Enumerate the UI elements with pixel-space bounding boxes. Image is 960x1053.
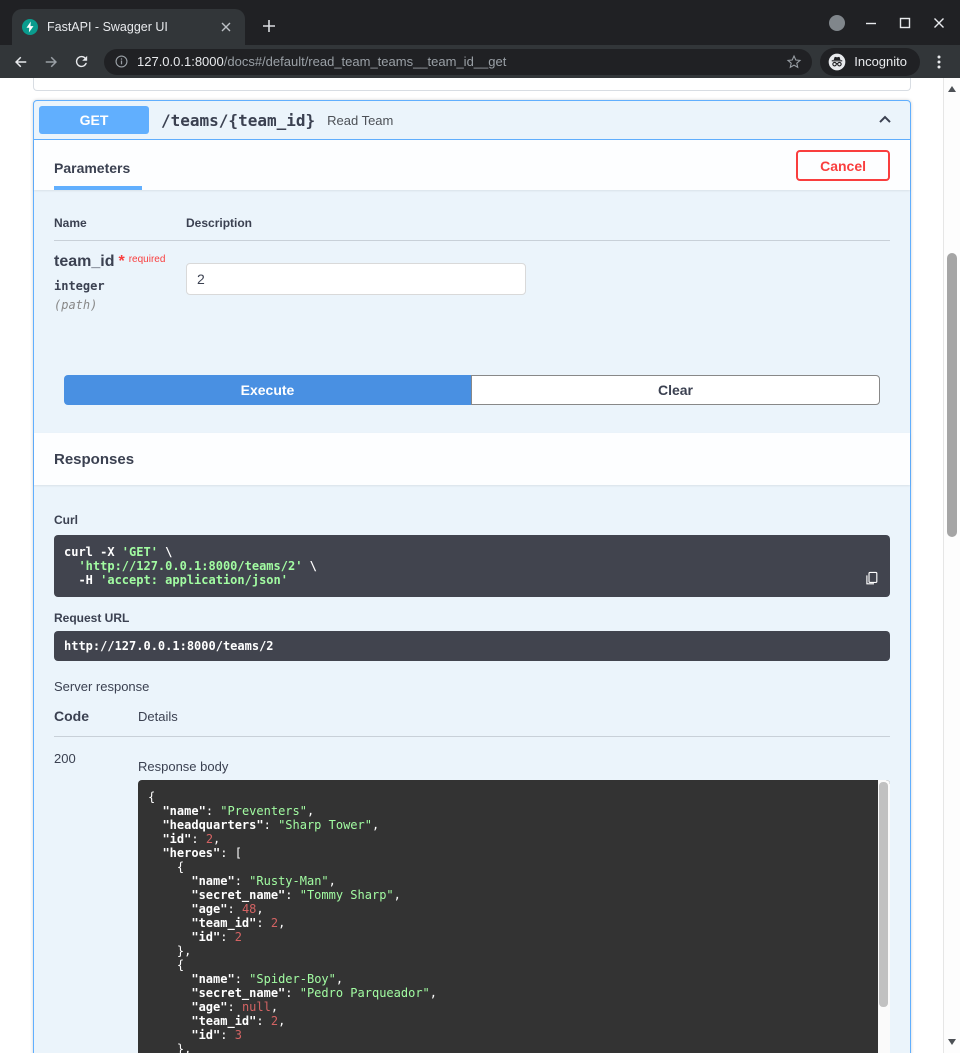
browser-tab[interactable]: FastAPI - Swagger UI: [12, 9, 245, 45]
url-host: 127.0.0.1:8000: [137, 54, 224, 69]
fastapi-favicon-icon: [22, 19, 38, 35]
opblock-summary[interactable]: GET /teams/{team_id} Read Team: [34, 101, 910, 140]
incognito-label: Incognito: [854, 54, 907, 69]
team-id-input[interactable]: [186, 263, 526, 295]
request-url-block: http://127.0.0.1:8000/teams/2: [54, 631, 890, 661]
parameters-section-header: Parameters Cancel: [34, 140, 910, 190]
tab-title: FastAPI - Swagger UI: [47, 20, 208, 34]
curl-label: Curl: [54, 513, 890, 527]
opblock-get-read-team: GET /teams/{team_id} Read Team Parameter…: [33, 100, 911, 1053]
responses-title: Responses: [54, 451, 134, 468]
response-details-cell: Response body { "name": "Preventers", "h…: [138, 751, 890, 1053]
reload-button[interactable]: [66, 48, 96, 76]
details-column-header: Details: [138, 709, 890, 724]
response-scrollbar-track[interactable]: [878, 780, 890, 1053]
response-row: 200 Response body { "name": "Preventers"…: [54, 737, 890, 1053]
response-scrollbar-thumb[interactable]: [879, 782, 888, 1007]
endpoint-summary: Read Team: [327, 113, 393, 128]
new-tab-button[interactable]: [256, 13, 282, 39]
responses-body: Curl curl -X 'GET' \ 'http://127.0.0.1:8…: [34, 485, 910, 1053]
endpoint-path: /teams/{team_id}: [161, 111, 315, 130]
description-column-header: Description: [186, 216, 890, 230]
swagger-page: GET /teams/{team_id} Read Team Parameter…: [0, 78, 960, 1053]
incognito-badge: Incognito: [820, 48, 920, 76]
server-response-label: Server response: [54, 679, 890, 694]
maximize-button[interactable]: [888, 0, 922, 45]
cancel-button[interactable]: Cancel: [796, 150, 890, 181]
chevron-up-icon[interactable]: [875, 110, 895, 130]
url-path: /docs#/default/read_team_teams__team_id_…: [224, 54, 507, 69]
browser-badge-icon[interactable]: [820, 0, 854, 45]
request-url-label: Request URL: [54, 611, 890, 625]
forward-button[interactable]: [36, 48, 66, 76]
execute-button[interactable]: Execute: [64, 375, 471, 405]
parameter-type: integer: [54, 279, 186, 293]
page-scrollbar-track[interactable]: [943, 78, 960, 1053]
page-scrollbar-thumb[interactable]: [947, 253, 957, 537]
response-table-header: Code Details: [54, 708, 890, 737]
required-star: *: [118, 253, 124, 270]
name-column-header: Name: [54, 216, 186, 230]
parameter-name-cell: team_id* required integer (path): [54, 253, 186, 312]
curl-command-block: curl -X 'GET' \ 'http://127.0.0.1:8000/t…: [54, 535, 890, 597]
previous-block-partial: [33, 78, 911, 91]
browser-toolbar: 127.0.0.1:8000/docs#/default/read_team_t…: [0, 45, 960, 78]
parameter-description-cell: [186, 253, 890, 312]
minimize-button[interactable]: [854, 0, 888, 45]
tab-parameters[interactable]: Parameters: [54, 160, 142, 190]
response-body-code: { "name": "Preventers", "headquarters": …: [138, 780, 890, 1053]
close-button[interactable]: [922, 0, 956, 45]
back-button[interactable]: [6, 48, 36, 76]
scroll-up-icon[interactable]: [944, 81, 960, 97]
parameter-row: team_id* required integer (path): [54, 241, 890, 312]
parameter-location: (path): [54, 298, 186, 312]
page-content: GET /teams/{team_id} Read Team Parameter…: [0, 78, 943, 1053]
copy-icon[interactable]: [861, 568, 881, 588]
window-controls: [820, 0, 956, 45]
parameters-table-header: Name Description: [54, 208, 890, 241]
parameter-name: team_id: [54, 253, 114, 270]
required-label: required: [129, 254, 166, 265]
status-code: 200: [54, 751, 138, 1053]
http-method-badge: GET: [39, 106, 149, 134]
responses-section-header: Responses: [34, 433, 910, 485]
scroll-down-icon[interactable]: [944, 1034, 960, 1050]
menu-icon[interactable]: [924, 48, 954, 76]
incognito-icon: [827, 52, 847, 72]
address-bar[interactable]: 127.0.0.1:8000/docs#/default/read_team_t…: [104, 49, 812, 75]
execute-button-group: Execute Clear: [64, 375, 880, 405]
site-info-icon[interactable]: [114, 54, 129, 69]
bookmark-star-icon[interactable]: [786, 54, 802, 70]
tab-strip: FastAPI - Swagger UI: [0, 0, 960, 45]
tab-close-icon[interactable]: [217, 18, 235, 36]
parameters-body: Name Description team_id* required intege…: [34, 190, 910, 433]
clear-button[interactable]: Clear: [471, 375, 880, 405]
response-body-label: Response body: [138, 759, 890, 774]
url-text: 127.0.0.1:8000/docs#/default/read_team_t…: [137, 54, 778, 69]
code-column-header: Code: [54, 708, 138, 724]
